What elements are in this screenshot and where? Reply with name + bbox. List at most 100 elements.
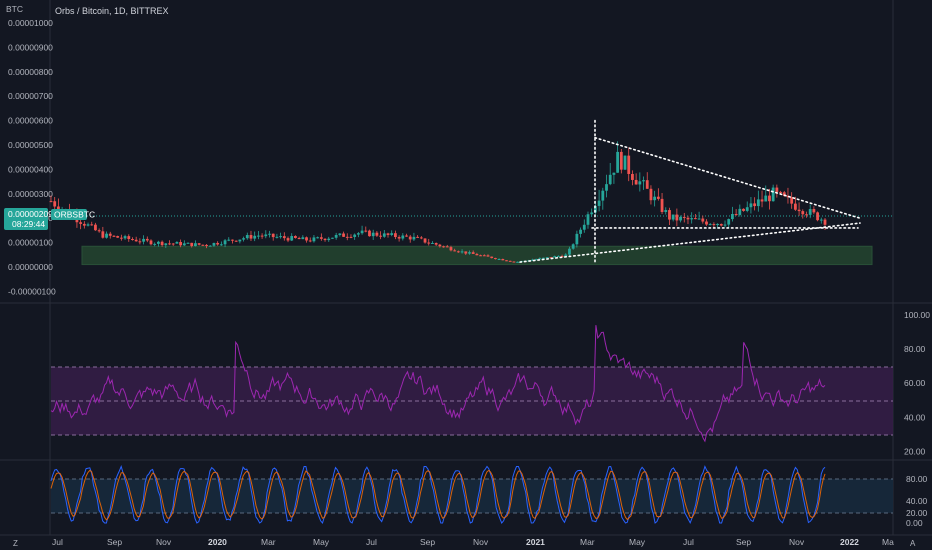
candle-body: [638, 181, 642, 185]
auto-scale-button-label[interactable]: A: [910, 539, 916, 548]
candle-body: [819, 219, 823, 221]
candle-body: [779, 191, 782, 193]
candle-body: [294, 236, 297, 238]
time-tick-label: Ma: [882, 537, 894, 547]
candle-body: [682, 216, 686, 218]
candle-body: [645, 180, 649, 189]
candle-body: [468, 252, 471, 254]
candle-body: [282, 236, 286, 239]
candle-body: [216, 242, 220, 245]
candle-body: [108, 233, 112, 236]
candle-body: [701, 218, 705, 222]
time-tick-label: Nov: [156, 537, 172, 547]
candle-body: [723, 224, 727, 226]
candle-body: [545, 257, 549, 259]
time-tick-label: Jul: [683, 537, 694, 547]
candle-body: [686, 217, 690, 220]
time-tick-label: 2022: [840, 537, 859, 547]
candle-body: [608, 174, 612, 185]
candle-body: [353, 234, 357, 237]
time-tick-label: Sep: [420, 537, 435, 547]
rsi-tick-label: 40.00: [904, 412, 926, 422]
candle-body: [345, 236, 349, 238]
candle-body: [482, 255, 486, 257]
candle-body: [408, 236, 412, 240]
candle-body: [360, 230, 364, 234]
candle-body: [812, 209, 816, 213]
candle-body: [194, 243, 197, 247]
candle-body: [223, 240, 227, 245]
candle-body: [105, 233, 108, 238]
stoch-tick-label: 20.00: [906, 508, 928, 518]
candle-body: [371, 232, 375, 237]
candle-body: [201, 244, 205, 246]
candle-body: [286, 238, 290, 241]
candle-body: [634, 179, 638, 185]
candle-body: [656, 196, 660, 199]
candle-body: [86, 224, 90, 226]
candle-body: [394, 233, 397, 238]
price-tick-label: 0.00000400: [8, 164, 53, 174]
support-zone[interactable]: [81, 245, 873, 266]
candle-body: [331, 237, 334, 239]
rsi-tick-label: 20.00: [904, 446, 926, 456]
candle-body: [808, 209, 812, 215]
candle-body: [653, 196, 657, 201]
price-badge: 0.00000209 08:29:44: [4, 208, 53, 230]
candle-body: [227, 239, 231, 241]
candle-body: [745, 207, 749, 211]
candle-body: [390, 233, 394, 235]
candle-body: [727, 219, 731, 225]
candle-body: [764, 195, 768, 202]
time-tick-label: Sep: [107, 537, 122, 547]
candle-body: [660, 198, 664, 212]
candle-body: [805, 214, 808, 216]
candle-body: [190, 242, 194, 247]
candle-body: [690, 218, 694, 220]
candle-body: [205, 244, 208, 246]
candle-body: [145, 238, 149, 241]
candle-body: [175, 242, 179, 244]
candle-body: [501, 258, 505, 261]
candle-body: [297, 237, 301, 240]
price-tick-label: 0.00000100: [8, 238, 53, 248]
candle-body: [164, 243, 168, 246]
candle-body: [445, 246, 449, 248]
candle-body: [753, 203, 757, 207]
candle-body: [538, 258, 542, 260]
candle-body: [605, 184, 608, 191]
candle-body: [627, 155, 631, 174]
candle-body: [149, 240, 153, 245]
candle-body: [327, 238, 331, 241]
zoom-button-label[interactable]: Z: [13, 539, 18, 548]
candle-body: [575, 233, 579, 245]
candle-body: [90, 224, 94, 226]
chart-background: [0, 0, 932, 550]
candle-body: [219, 244, 223, 246]
stoch-tick-label: 80.00: [906, 474, 928, 484]
candle-body: [775, 187, 779, 192]
candle-body: [156, 241, 160, 244]
candle-body: [171, 243, 175, 245]
candle-body: [797, 209, 801, 212]
candle-body: [49, 201, 53, 203]
zoom-button[interactable]: Z: [13, 539, 18, 548]
candle-body: [301, 237, 305, 240]
candle-body: [382, 233, 386, 237]
candle-body: [116, 236, 120, 238]
candle-body: [586, 214, 590, 225]
rsi-tick-label: 60.00: [904, 378, 926, 388]
candle-body: [79, 222, 83, 224]
candle-body: [816, 212, 819, 221]
candle-body: [760, 199, 764, 202]
time-tick-label: Jul: [52, 537, 63, 547]
candle-body: [97, 230, 101, 232]
candle-body: [168, 243, 171, 245]
candle-body: [138, 241, 142, 243]
auto-scale-button[interactable]: A: [910, 539, 916, 548]
chart-stage[interactable]: BTC Orbs / Bitcoin, 1D, BITTREX 0.000010…: [0, 0, 932, 550]
candle-body: [316, 237, 320, 239]
candle-body: [405, 235, 408, 237]
candle-body: [364, 230, 368, 232]
candle-body: [397, 237, 401, 239]
